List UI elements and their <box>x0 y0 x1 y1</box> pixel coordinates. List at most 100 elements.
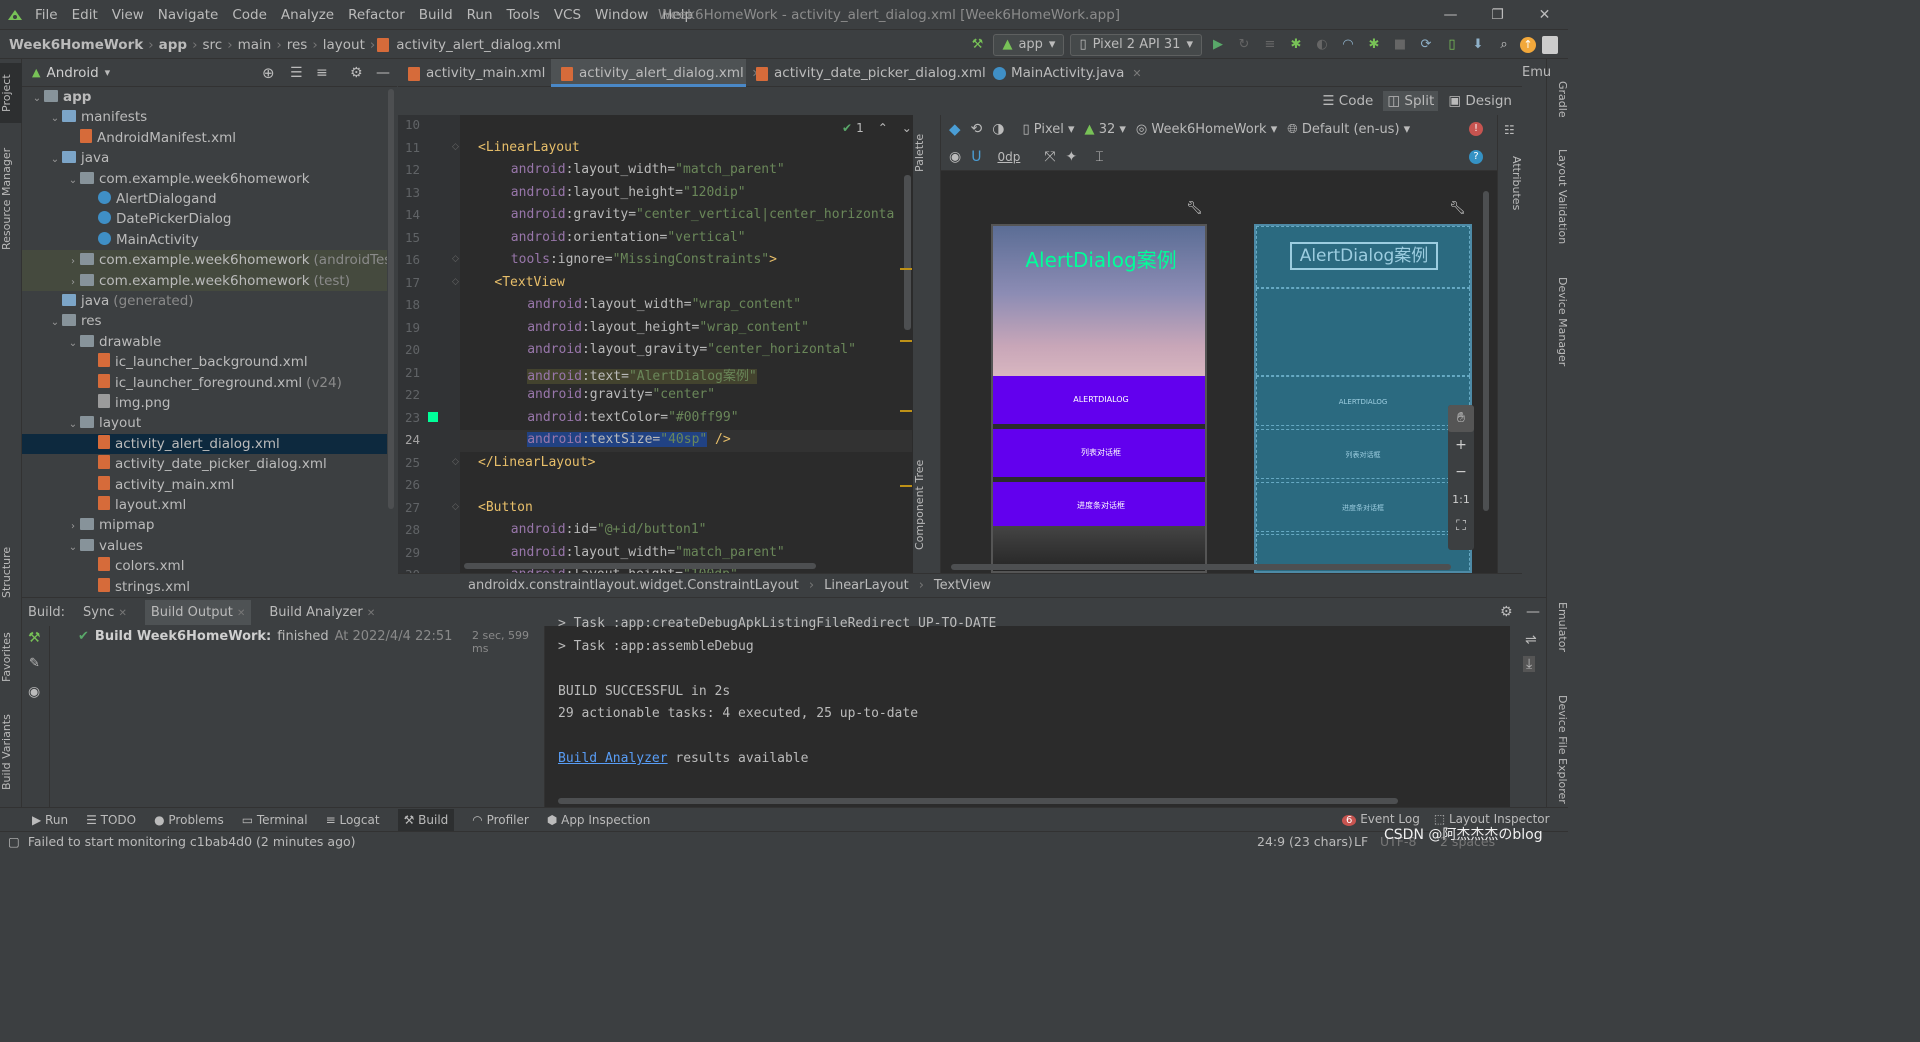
palette-tool-tab[interactable]: Palette <box>913 125 941 180</box>
zoom-actual-icon[interactable]: 1:1 <box>1448 486 1474 513</box>
maximize-button[interactable]: ❐ <box>1474 0 1521 30</box>
chevron-down-icon[interactable]: ▾ <box>105 66 111 79</box>
emulator-tool-tab[interactable]: Emulator <box>1547 592 1569 662</box>
tab-sync[interactable]: Sync ✕ <box>83 605 127 620</box>
tab-build-output[interactable]: Build Output ✕ <box>144 599 252 625</box>
build-status-row[interactable]: ✔ Build Week6HomeWork: finished At 2022/… <box>78 626 452 646</box>
close-tab-icon[interactable]: ✕ <box>367 608 375 619</box>
tree-item[interactable]: ⌄ drawable <box>22 332 387 353</box>
breadcrumb-item[interactable]: activity_alert_dialog.xml <box>393 37 564 53</box>
tree-item[interactable]: ⌄ res <box>22 311 387 332</box>
menu-vcs[interactable]: VCS <box>547 0 588 30</box>
tree-item[interactable]: ⌄ manifests <box>22 107 387 128</box>
bottom-tab-build[interactable]: ⚒ Build <box>397 808 455 831</box>
tab-build-analyzer[interactable]: Build Analyzer ✕ <box>269 605 375 620</box>
account-icon[interactable] <box>1542 35 1558 54</box>
bottom-tab-logcat[interactable]: ≡ Logcat <box>326 813 380 827</box>
project-tool-tab[interactable]: Project <box>0 63 22 123</box>
minimize-button[interactable]: — <box>1427 0 1474 30</box>
split-view-button[interactable]: ◫ Split <box>1383 91 1439 111</box>
collapse-all-icon[interactable]: ≡ <box>316 65 328 81</box>
tree-item[interactable]: › com.example.week6homework (test) <box>22 270 387 292</box>
fold-icon[interactable]: ◇ <box>452 502 459 512</box>
breadcrumb-textview[interactable]: TextView <box>934 578 991 593</box>
menu-run[interactable]: Run <box>460 0 500 30</box>
breadcrumb-item[interactable]: src <box>199 37 225 53</box>
bottom-tab-todo[interactable]: ☰ TODO <box>86 813 136 827</box>
clear-constraints-icon[interactable]: ⤧ <box>1044 149 1055 165</box>
eye-icon[interactable]: ◉ <box>949 149 961 165</box>
tab-activity-date-picker-dialog[interactable]: activity_date_picker_dialog.xml✕ <box>746 59 1003 87</box>
tree-item[interactable]: DatePickerDialog <box>22 209 387 230</box>
zoom-in-icon[interactable]: + <box>1448 432 1474 459</box>
code-editor[interactable]: 10 11 12 13 14 15 16 17 18 19 20 21 22 23 24 25 26 27 28 29… <box>398 115 913 582</box>
fold-icon[interactable]: ◇ <box>452 277 459 287</box>
canvas-scrollbar-vertical[interactable] <box>1483 191 1489 511</box>
device-select[interactable]: ▯ Pixel ▾ <box>1023 122 1075 137</box>
tree-item[interactable]: ⌄ layout <box>22 413 387 434</box>
tree-item[interactable]: ⌄ values <box>22 536 387 557</box>
tree-item[interactable]: layout.xml <box>22 495 387 516</box>
zoom-fit-icon[interactable]: ⛶ <box>1448 513 1474 540</box>
close-button[interactable]: ✕ <box>1521 0 1568 30</box>
soft-wrap-icon[interactable]: ⇌ <box>1525 632 1537 648</box>
night-mode-icon[interactable]: ◑ <box>992 121 1004 137</box>
sync-gradle-icon[interactable]: ⟳ <box>1416 35 1436 55</box>
update-icon[interactable]: ↑ <box>1520 36 1536 53</box>
tab-main-activity[interactable]: MainActivity.java ✕ <box>983 59 1143 87</box>
run-config-select[interactable]: ▲ app ▾ <box>993 33 1065 56</box>
favorites-tool-tab[interactable]: Favorites <box>0 622 22 692</box>
device-manager-icon[interactable]: ▯ <box>1442 35 1462 55</box>
menu-refactor[interactable]: Refactor <box>341 0 412 30</box>
tree-item[interactable]: AlertDialogand <box>22 189 387 210</box>
help-icon[interactable]: ? <box>1469 149 1483 164</box>
bottom-tab-problems[interactable]: ● Problems <box>154 813 224 827</box>
tree-item[interactable]: › mipmap <box>22 515 387 536</box>
error-icon[interactable]: ! <box>1469 122 1483 136</box>
preview-alertdialog-button[interactable]: ALERTDIALOG <box>993 376 1205 424</box>
device-manager-tool-tab[interactable]: Device Manager <box>1547 269 1569 374</box>
bottom-tab-app-inspection[interactable]: ⬢ App Inspection <box>547 813 651 827</box>
build-console[interactable]: > Task :app:createDebugApkListingFileRed… <box>545 616 1510 808</box>
design-canvas[interactable]: 🔧︎ 🔧︎ AlertDialog案例 ALERTDIALOG 列表对话框 进度… <box>941 171 1491 573</box>
profiler-icon[interactable]: ◠ <box>1338 35 1358 55</box>
locale-select[interactable]: 🌐︎ Default (en-us) ▾ <box>1287 122 1410 137</box>
guidelines-icon[interactable]: ⌶ <box>1095 149 1103 165</box>
run-icon[interactable]: ▶ <box>1208 35 1228 55</box>
stop-icon[interactable]: ■ <box>1390 35 1410 55</box>
tree-item[interactable]: ic_launcher_background.xml <box>22 352 387 373</box>
bottom-tab-profiler[interactable]: ◠ Profiler <box>472 813 529 827</box>
preview-list-dialog-button[interactable]: 列表对话框 <box>993 429 1205 477</box>
theme-select[interactable]: ◎ Week6HomeWork ▾ <box>1136 122 1277 137</box>
tree-item[interactable]: MainActivity <box>22 230 387 251</box>
canvas-scrollbar-horizontal[interactable] <box>951 564 1451 570</box>
component-tree-tool-tab[interactable]: Component Tree <box>913 455 941 555</box>
menu-analyze[interactable]: Analyze <box>274 0 341 30</box>
resource-manager-tool-tab[interactable]: Resource Manager <box>0 139 22 259</box>
phone-preview[interactable]: AlertDialog案例 ALERTDIALOG 列表对话框 进度条对话框 <box>991 224 1207 573</box>
fold-icon[interactable]: ◇ <box>452 254 459 264</box>
tree-item[interactable]: img.png <box>22 393 387 414</box>
breadcrumb-item[interactable]: layout <box>320 37 368 53</box>
preview-progress-dialog-button[interactable]: 进度条对话框 <box>993 482 1205 530</box>
caret-position[interactable]: 24:9 (23 chars) <box>1257 834 1353 849</box>
close-tab-icon[interactable]: ✕ <box>119 608 127 619</box>
tree-item[interactable]: activity_date_picker_dialog.xml <box>22 454 387 475</box>
attributes-tool-tab[interactable]: ☷ Attributes <box>1497 115 1523 573</box>
orientation-icon[interactable]: ⟲ <box>971 121 983 137</box>
code-view-button[interactable]: ☰ Code <box>1322 93 1373 109</box>
tree-item[interactable]: ⌄ java <box>22 148 387 169</box>
expand-all-icon[interactable]: ☰ <box>290 65 303 81</box>
hammer-icon[interactable]: ⚒ <box>28 630 41 646</box>
menu-view[interactable]: View <box>105 0 151 30</box>
menu-edit[interactable]: Edit <box>65 0 105 30</box>
close-tab-icon[interactable]: ✕ <box>1132 67 1141 80</box>
menu-navigate[interactable]: Navigate <box>151 0 226 30</box>
layout-validation-tool-tab[interactable]: Layout Validation <box>1547 139 1569 254</box>
api-select[interactable]: ▲ 32 ▾ <box>1085 122 1126 137</box>
attach-debugger-icon[interactable]: ✱ <box>1364 35 1384 55</box>
close-tab-icon[interactable]: ✕ <box>237 608 245 619</box>
build-analyzer-link[interactable]: Build Analyzer <box>558 751 668 766</box>
tree-item[interactable]: ⌄ com.example.week6homework <box>22 169 387 190</box>
line-separator[interactable]: LF <box>1354 834 1368 849</box>
